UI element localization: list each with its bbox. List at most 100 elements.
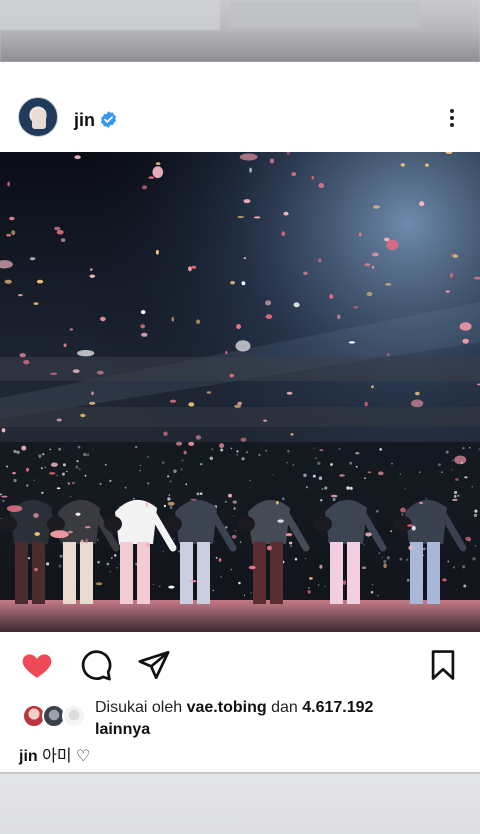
crowd-light bbox=[6, 465, 8, 468]
confetti-piece bbox=[277, 519, 284, 523]
crowd-light bbox=[451, 459, 454, 462]
confetti-piece bbox=[49, 472, 56, 475]
confetti-piece bbox=[337, 314, 341, 320]
confetti-piece bbox=[188, 402, 195, 407]
heart-filled-icon[interactable] bbox=[20, 648, 54, 682]
more-vertical-icon[interactable] bbox=[444, 106, 460, 130]
crowd-light bbox=[463, 584, 467, 588]
likes-prefix: Disukai oleh bbox=[95, 699, 183, 716]
crowd-light bbox=[363, 544, 365, 546]
post-username[interactable]: jin bbox=[74, 110, 95, 131]
crowd-light bbox=[2, 499, 5, 503]
confetti-piece bbox=[26, 467, 29, 472]
confetti-piece bbox=[386, 239, 399, 251]
post-photo[interactable] bbox=[0, 152, 480, 632]
crowd-light bbox=[97, 539, 99, 541]
crowd-light bbox=[372, 584, 374, 586]
caption-username[interactable]: jin bbox=[19, 748, 38, 765]
confetti-piece bbox=[196, 319, 201, 324]
confetti-piece bbox=[231, 535, 237, 539]
confetti-piece bbox=[6, 505, 23, 512]
confetti-piece bbox=[329, 294, 334, 299]
crowd-light bbox=[272, 474, 274, 476]
confetti-piece bbox=[230, 281, 235, 285]
confetti-piece bbox=[237, 215, 245, 219]
confetti-piece bbox=[307, 590, 311, 594]
confetti-piece bbox=[290, 433, 294, 436]
likes-user[interactable]: vae.tobing bbox=[187, 699, 267, 716]
send-icon[interactable] bbox=[137, 648, 171, 682]
crowd-light bbox=[243, 594, 246, 596]
confetti-piece bbox=[319, 449, 324, 452]
crowd-light bbox=[133, 497, 135, 500]
confetti-piece bbox=[318, 258, 322, 263]
confetti-piece bbox=[291, 172, 297, 177]
confetti-piece bbox=[239, 153, 258, 161]
crowd-light bbox=[332, 497, 336, 502]
confetti-piece bbox=[285, 533, 293, 537]
confetti-piece bbox=[400, 163, 405, 167]
confetti-piece bbox=[365, 532, 372, 537]
crowd-light bbox=[338, 448, 341, 450]
crowd-light bbox=[106, 562, 110, 566]
confetti-piece bbox=[29, 257, 36, 261]
confetti-piece bbox=[243, 199, 251, 204]
confetti-piece bbox=[68, 530, 73, 534]
likes-text[interactable]: Disukai oleh vae.tobing dan 4.617.192 la… bbox=[95, 697, 465, 741]
crowd-light bbox=[28, 557, 31, 560]
crowd-light bbox=[349, 486, 353, 490]
crowd-light bbox=[406, 558, 409, 561]
confetti-piece bbox=[23, 360, 30, 365]
confetti-piece bbox=[293, 302, 300, 308]
crowd-light bbox=[109, 570, 112, 573]
confetti-piece bbox=[361, 566, 367, 569]
crowd-light bbox=[58, 447, 62, 451]
crowd-light bbox=[62, 463, 66, 467]
likes-count[interactable]: 4.617.192 bbox=[302, 699, 373, 716]
confetti-piece bbox=[303, 271, 308, 275]
crowd-light bbox=[453, 495, 457, 498]
confetti-piece bbox=[1, 428, 6, 433]
crowd-light bbox=[233, 507, 236, 510]
crowd-light bbox=[317, 461, 321, 465]
crowd-light bbox=[33, 479, 35, 482]
confetti-piece bbox=[229, 373, 234, 378]
confetti-piece bbox=[455, 478, 459, 481]
crowd-light bbox=[40, 467, 43, 470]
crowd-light bbox=[422, 547, 426, 551]
confetti-piece bbox=[283, 211, 289, 216]
crowd-light bbox=[349, 461, 353, 465]
crowd-light bbox=[370, 590, 374, 594]
confetti-piece bbox=[77, 350, 95, 357]
confetti-piece bbox=[189, 580, 197, 583]
confetti-piece bbox=[75, 512, 81, 516]
confetti-piece bbox=[318, 183, 325, 188]
crowd-light bbox=[56, 474, 58, 477]
confetti-piece bbox=[152, 166, 164, 179]
confetti-piece bbox=[330, 494, 338, 498]
crowd-light bbox=[238, 581, 241, 585]
crowd-light bbox=[305, 486, 308, 489]
crowd-light bbox=[474, 545, 477, 547]
crowd-light bbox=[292, 464, 295, 466]
confetti-piece bbox=[155, 249, 159, 255]
confetti-piece bbox=[168, 585, 175, 589]
liker-avatars[interactable] bbox=[20, 704, 90, 730]
comment-icon[interactable] bbox=[79, 648, 113, 682]
confetti-piece bbox=[84, 526, 91, 529]
likes-row: Disukai oleh vae.tobing dan 4.617.192 la… bbox=[20, 694, 480, 744]
confetti-piece bbox=[9, 216, 15, 221]
profile-avatar[interactable] bbox=[18, 97, 58, 137]
confetti-piece bbox=[167, 501, 175, 506]
crowd-light bbox=[147, 482, 150, 485]
confetti-piece bbox=[183, 450, 187, 455]
confetti-piece bbox=[90, 268, 93, 271]
crowd-light bbox=[41, 491, 44, 494]
bookmark-icon[interactable] bbox=[426, 648, 460, 682]
confetti-piece bbox=[407, 524, 413, 527]
post-card: jin Disukai oleh vae.tobing dan 4.617.19… bbox=[0, 62, 480, 772]
likes-suffix[interactable]: lainnya bbox=[95, 721, 150, 738]
blurred-region bbox=[0, 0, 220, 30]
crowd-light bbox=[135, 445, 138, 449]
confetti-piece bbox=[442, 578, 447, 582]
